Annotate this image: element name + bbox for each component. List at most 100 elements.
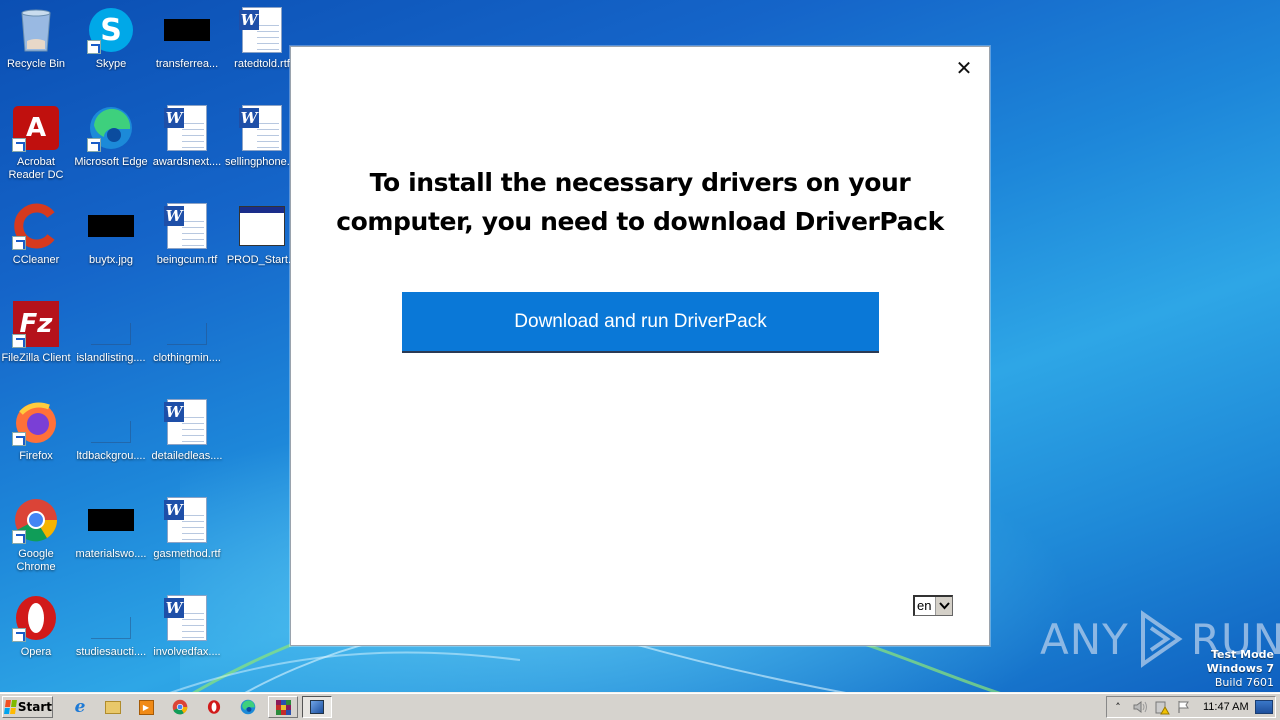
acrobat-reader-icon: A bbox=[12, 104, 60, 152]
desktop-icon-opera[interactable]: Opera bbox=[0, 588, 74, 678]
ccleaner-icon bbox=[12, 202, 60, 250]
desktop-icon-buytx[interactable]: buytx.jpg bbox=[73, 196, 149, 286]
volume-icon[interactable] bbox=[1129, 698, 1151, 716]
desktop-icon-clothingmin[interactable]: clothingmin.... bbox=[149, 294, 225, 384]
file-explorer-icon bbox=[105, 700, 121, 714]
shortcut-arrow-icon bbox=[12, 138, 26, 152]
windows-logo-icon bbox=[4, 700, 17, 714]
filezilla-icon: Fz bbox=[12, 300, 60, 348]
desktop-icon-edge[interactable]: Microsoft Edge bbox=[73, 98, 149, 188]
action-center-flag-icon[interactable] bbox=[1173, 698, 1195, 716]
shortcut-arrow-icon bbox=[12, 236, 26, 250]
desktop-icon-recycle-bin[interactable]: Recycle Bin bbox=[0, 0, 74, 90]
play-logo-icon bbox=[1140, 610, 1183, 668]
blank-file-icon bbox=[87, 300, 135, 348]
windows-version-label: Windows 7 bbox=[1206, 662, 1274, 675]
desktop-icon-prod-start[interactable]: PROD_Start... bbox=[224, 196, 300, 286]
blank-file-icon bbox=[87, 398, 135, 446]
os-info: Test Mode Windows 7 Build 7601 bbox=[1207, 648, 1274, 690]
word-document-icon bbox=[238, 104, 286, 152]
word-document-icon bbox=[163, 202, 211, 250]
quicklaunch-file-explorer[interactable] bbox=[102, 697, 124, 717]
shortcut-arrow-icon bbox=[87, 138, 101, 152]
opera-icon bbox=[207, 700, 221, 714]
word-document-icon bbox=[238, 6, 286, 54]
dialog-heading: To install the necessary drivers on your… bbox=[291, 163, 989, 241]
desktop-icon-ltdbackground[interactable]: ltdbackgrou.... bbox=[73, 392, 149, 482]
opera-icon bbox=[12, 594, 60, 642]
chrome-icon bbox=[12, 496, 60, 544]
task-winrar[interactable] bbox=[268, 696, 298, 718]
quicklaunch-opera[interactable] bbox=[203, 697, 225, 717]
shortcut-arrow-icon bbox=[12, 628, 26, 642]
black-image-thumbnail bbox=[87, 202, 135, 250]
desktop-icon-chrome[interactable]: Google Chrome bbox=[0, 490, 74, 580]
download-and-run-button[interactable]: Download and run DriverPack bbox=[402, 292, 879, 353]
system-tray: ˄ 11:47 AM bbox=[1106, 696, 1276, 718]
blank-file-icon bbox=[87, 594, 135, 642]
word-document-icon bbox=[163, 496, 211, 544]
clock[interactable]: 11:47 AM bbox=[1203, 701, 1249, 713]
desktop-icon-materialswo[interactable]: materialswo.... bbox=[73, 490, 149, 580]
quicklaunch-chrome[interactable] bbox=[169, 697, 191, 717]
desktop-icon-sellingphone[interactable]: sellingphone.... bbox=[224, 98, 300, 188]
show-hidden-icons-button[interactable]: ˄ bbox=[1107, 698, 1129, 716]
quicklaunch-internet-explorer[interactable]: e bbox=[69, 697, 91, 717]
word-document-icon bbox=[163, 398, 211, 446]
shortcut-arrow-icon bbox=[12, 530, 26, 544]
chevron-up-icon: ˄ bbox=[1115, 700, 1121, 714]
firefox-icon bbox=[12, 398, 60, 446]
desktop-icon-islandlisting[interactable]: islandlisting.... bbox=[73, 294, 149, 384]
desktop-icon-acrobat[interactable]: A Acrobat Reader DC bbox=[0, 98, 74, 188]
desktop-icon-ratedtold[interactable]: ratedtold.rtf bbox=[224, 0, 300, 90]
winrar-icon bbox=[275, 699, 291, 715]
desktop-icon-ccleaner[interactable]: CCleaner bbox=[0, 196, 74, 286]
application-window-icon bbox=[238, 202, 286, 250]
close-button[interactable]: ✕ bbox=[953, 57, 975, 79]
heading-line-1: To install the necessary drivers on your bbox=[369, 168, 911, 197]
shortcut-arrow-icon bbox=[12, 432, 26, 446]
driverpack-dialog: ✕ To install the necessary drivers on yo… bbox=[290, 46, 990, 646]
blank-file-icon bbox=[163, 300, 211, 348]
start-label: Start bbox=[17, 700, 52, 714]
edge-icon bbox=[240, 699, 256, 715]
desktop-icon-gasmethod[interactable]: gasmethod.rtf bbox=[149, 490, 225, 580]
quicklaunch-media-player[interactable]: ▶ bbox=[135, 697, 157, 717]
black-image-thumbnail bbox=[163, 6, 211, 54]
driverpack-installer-icon bbox=[310, 700, 324, 714]
close-icon: ✕ bbox=[955, 56, 973, 80]
desktop-icon-beingcum[interactable]: beingcum.rtf bbox=[149, 196, 225, 286]
desktop-icon-filezilla[interactable]: Fz FileZilla Client bbox=[0, 294, 74, 384]
task-driverpack[interactable] bbox=[302, 696, 332, 718]
show-desktop-button[interactable] bbox=[1254, 700, 1273, 714]
watermark-left-text: ANY bbox=[1040, 614, 1129, 664]
chevron-down-icon[interactable] bbox=[935, 597, 952, 615]
edge-icon bbox=[87, 104, 135, 152]
test-mode-label: Test Mode bbox=[1211, 648, 1274, 661]
recycle-bin-icon bbox=[12, 6, 60, 54]
chrome-icon bbox=[172, 699, 188, 715]
word-document-icon bbox=[163, 594, 211, 642]
quicklaunch-edge[interactable] bbox=[237, 697, 259, 717]
shortcut-arrow-icon bbox=[12, 334, 26, 348]
desktop-icon-skype[interactable]: S Skype bbox=[73, 0, 149, 90]
language-select-value: en bbox=[917, 598, 932, 613]
start-button[interactable]: Start bbox=[2, 696, 53, 718]
language-select[interactable]: en bbox=[913, 595, 953, 616]
heading-line-2: computer, you need to download DriverPac… bbox=[336, 207, 944, 236]
desktop-icon-detailedleas[interactable]: detailedleas.... bbox=[149, 392, 225, 482]
desktop-icon-transferrea[interactable]: transferrea... bbox=[149, 0, 225, 90]
media-player-icon: ▶ bbox=[138, 699, 154, 715]
taskbar: Start e ▶ ˄ 11:47 AM bbox=[0, 692, 1280, 720]
desktop-icon-firefox[interactable]: Firefox bbox=[0, 392, 74, 482]
desktop-icon-involvedfax[interactable]: involvedfax.... bbox=[149, 588, 225, 678]
black-image-thumbnail bbox=[87, 496, 135, 544]
network-warning-icon[interactable] bbox=[1151, 698, 1173, 716]
build-label: Build 7601 bbox=[1214, 676, 1274, 689]
desktop-icon-studiesaucti[interactable]: studiesaucti.... bbox=[73, 588, 149, 678]
shortcut-arrow-icon bbox=[87, 40, 101, 54]
word-document-icon bbox=[163, 104, 211, 152]
internet-explorer-icon: e bbox=[74, 697, 86, 717]
desktop-icon-awardsnext[interactable]: awardsnext.... bbox=[149, 98, 225, 188]
skype-icon: S bbox=[87, 6, 135, 54]
